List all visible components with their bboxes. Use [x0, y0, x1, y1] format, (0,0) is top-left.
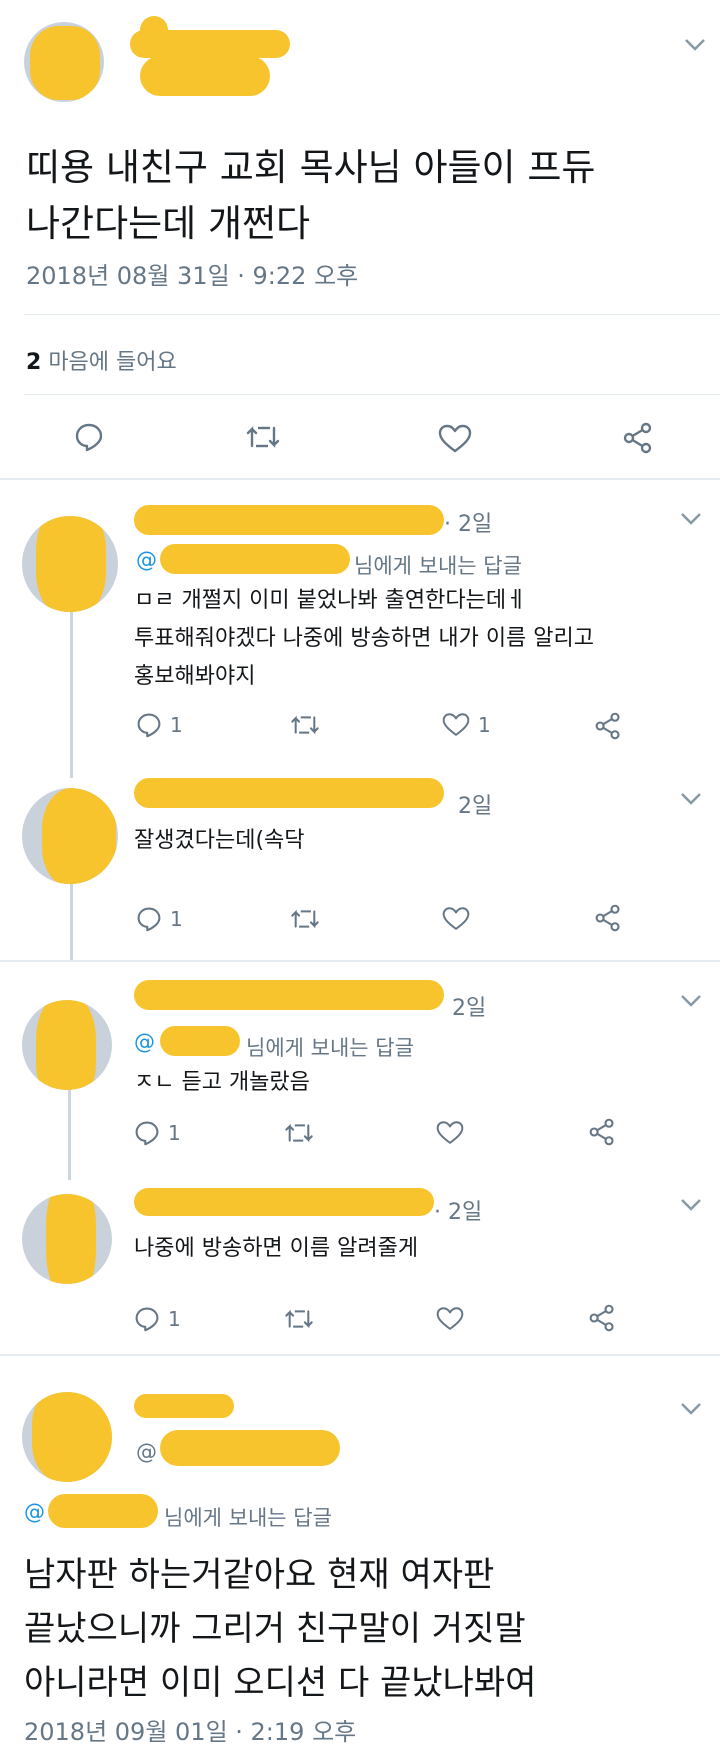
section-divider [0, 478, 720, 480]
avatar[interactable] [22, 1000, 112, 1090]
share-icon[interactable] [588, 1304, 616, 1332]
like-button[interactable]: 1 [442, 712, 491, 738]
tweet-text: 띠용 내친구 교회 목사님 아들이 프듀 나간다는데 개쩐다 [26, 140, 686, 252]
share-icon[interactable] [594, 904, 622, 932]
reply-icon[interactable] [74, 422, 104, 452]
likes-count: 2 [26, 350, 42, 375]
handle-prefix: @ [136, 1440, 157, 1464]
redacted-handle [140, 56, 270, 96]
share-icon[interactable] [622, 422, 654, 454]
reply-icon [135, 1121, 159, 1146]
reply-icon [137, 713, 161, 738]
author-handle[interactable]: @ [136, 1440, 157, 1464]
retweet-icon[interactable] [284, 1122, 314, 1144]
reply-time: · 2일 [434, 1200, 483, 1225]
chevron-down-icon[interactable] [680, 1402, 702, 1416]
avatar[interactable] [22, 1392, 112, 1482]
retweet-icon[interactable] [246, 424, 280, 450]
reply-text: 잘생겼다는데(속닥 [134, 822, 694, 860]
like-icon[interactable] [442, 906, 470, 932]
reply-text: 나중에 방송하면 이름 알려줄게 [134, 1230, 694, 1268]
reply-icon [137, 907, 161, 932]
reply-text-line: 나중에 방송하면 이름 알려줄게 [134, 1236, 419, 1261]
retweet-icon[interactable] [290, 908, 320, 930]
thread-line [68, 1076, 71, 1180]
chevron-down-icon[interactable] [680, 994, 702, 1008]
tweet-text-line: 끝났으니까 그리거 친구말이 거짓말 [24, 1609, 526, 1649]
replying-handle-prefix[interactable]: @ [134, 1030, 155, 1054]
like-count: 1 [478, 713, 491, 737]
share-icon[interactable] [588, 1118, 616, 1146]
reply-time: 2일 [458, 794, 493, 819]
reply-text-line: ㅁㄹ 개쩔지 이미 붙었나봐 출연한다는데ㅔ [134, 588, 527, 613]
reply-text: ㅈㄴ 듣고 개놀랐음 [134, 1064, 694, 1102]
reply-button[interactable]: 1 [134, 1306, 181, 1332]
reply-count: 1 [170, 713, 183, 737]
reply-text-line: 투표해줘야겠다 나중에 방송하면 내가 이름 알리고 [134, 626, 595, 651]
like-icon [442, 713, 470, 736]
redacted-handle [48, 1494, 158, 1528]
divider [24, 394, 720, 395]
tweet-text-line: 아니라면 이미 오디션 다 끝났나봐여 [24, 1663, 537, 1703]
tweet-text-line: 띠용 내친구 교회 목사님 아들이 프듀 [26, 146, 596, 189]
reply-count: 1 [168, 1307, 181, 1331]
reply-count: 1 [170, 907, 183, 931]
replying-to[interactable]: @ [136, 548, 157, 572]
avatar[interactable] [22, 516, 118, 612]
redacted-handle [160, 1026, 240, 1056]
reply-time: · 2일 [444, 512, 493, 537]
redacted-handle [160, 544, 350, 574]
redacted-name [134, 505, 444, 535]
redacted-name [134, 778, 444, 808]
redacted-name [134, 980, 444, 1010]
tweet-timestamp[interactable]: 2018년 08월 31일 · 9:22 오후 [26, 256, 358, 291]
redacted-name [134, 1188, 434, 1216]
tweet-timestamp[interactable]: 2018년 09월 01일 · 2:19 오후 [24, 1712, 356, 1747]
like-icon[interactable] [436, 1306, 464, 1332]
retweet-icon[interactable] [290, 714, 320, 736]
section-divider [0, 1354, 720, 1356]
share-icon[interactable] [594, 712, 622, 740]
reply-text-line: 홍보해봐야지 [134, 664, 256, 689]
replying-suffix: 님에게 보내는 답글 [246, 1036, 414, 1060]
tweet-text-line: 남자판 하는거같아요 현재 여자판 [24, 1555, 495, 1595]
reply-text-line: ㅈㄴ 듣고 개놀랐음 [134, 1070, 310, 1095]
reply-icon [135, 1307, 159, 1332]
replying-handle-prefix[interactable]: @ [24, 1500, 45, 1524]
like-icon[interactable] [436, 1120, 464, 1146]
reply-button[interactable]: 1 [136, 906, 183, 932]
tweet-text-line: 나간다는데 개쩐다 [26, 202, 311, 245]
likes-summary[interactable]: 2 마음에 들어요 [26, 344, 177, 376]
avatar[interactable] [22, 1194, 112, 1284]
chevron-down-icon[interactable] [680, 792, 702, 806]
avatar[interactable] [22, 788, 118, 884]
divider [24, 314, 720, 315]
chevron-down-icon[interactable] [680, 512, 702, 526]
likes-label: 마음에 들어요 [48, 350, 177, 375]
replying-suffix: 님에게 보내는 답글 [164, 1506, 332, 1530]
section-divider [0, 960, 720, 962]
tweet-text: 남자판 하는거같아요 현재 여자판 끝났으니까 그리거 친구말이 거짓말 아니라… [24, 1548, 694, 1710]
reply-text-line: 잘생겼다는데(속닥 [134, 828, 305, 853]
redacted-handle [160, 1430, 340, 1466]
retweet-icon[interactable] [284, 1308, 314, 1330]
replying-suffix: 님에게 보내는 답글 [354, 554, 522, 578]
chevron-down-icon[interactable] [684, 38, 706, 52]
replying-handle-prefix[interactable]: @ [136, 548, 157, 572]
reply-count: 1 [168, 1121, 181, 1145]
redacted-name [134, 1394, 234, 1418]
like-icon[interactable] [438, 424, 472, 454]
redacted-mark [140, 16, 168, 46]
reply-button[interactable]: 1 [134, 1120, 181, 1146]
replying-to[interactable]: @ [134, 1030, 155, 1054]
reply-time: 2일 [452, 996, 487, 1021]
replying-to[interactable]: @ [24, 1500, 45, 1524]
avatar[interactable] [24, 22, 104, 102]
thread-line [70, 596, 73, 778]
reply-text: ㅁㄹ 개쩔지 이미 붙었나봐 출연한다는데ㅔ 투표해줘야겠다 나중에 방송하면 … [134, 582, 694, 696]
chevron-down-icon[interactable] [680, 1198, 702, 1212]
reply-button[interactable]: 1 [136, 712, 183, 738]
